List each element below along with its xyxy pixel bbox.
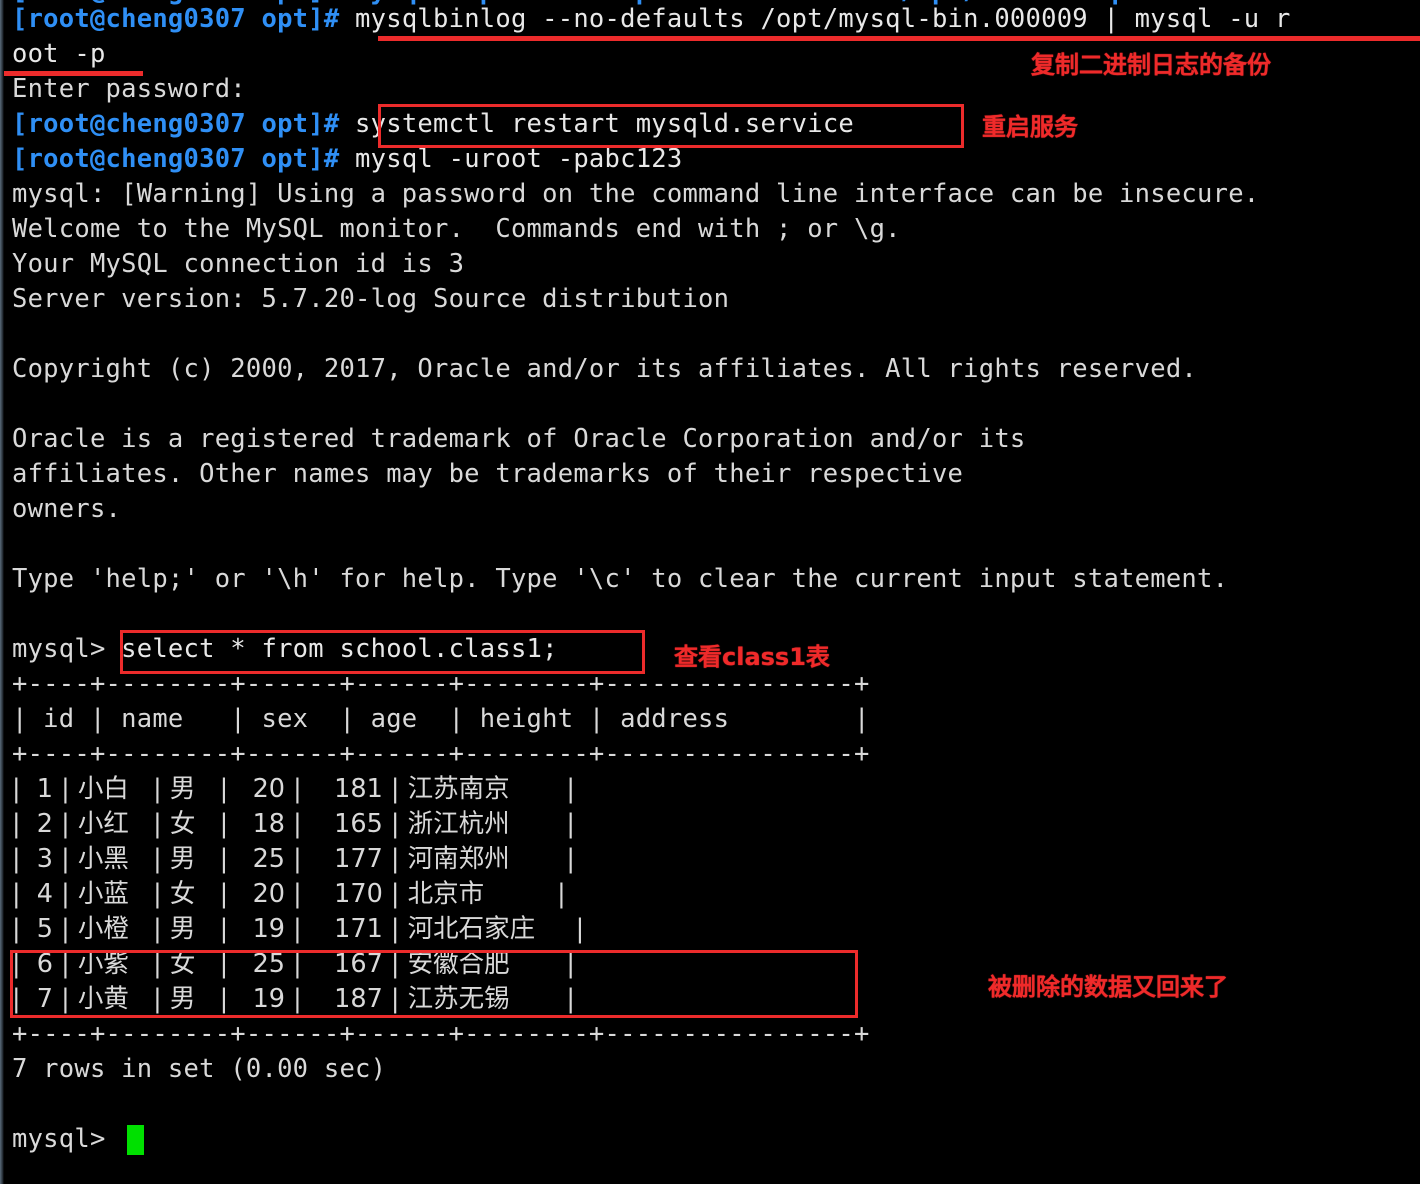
terminal-window: [root@cheng0307 opt]# mysqldump -uroot -…	[0, 0, 1420, 1184]
terminal-line-select-query: mysql> select * from school.class1;	[12, 632, 558, 667]
terminal-line-connection-id: Your MySQL connection id is 3	[12, 247, 464, 282]
command-mysqlbinlog: mysqlbinlog --no-defaults /opt/mysql-bin…	[339, 4, 1291, 34]
mysql-trademark-text-2: affiliates. Other names may be trademark…	[12, 459, 964, 489]
table-separator-header: +----+--------+------+------+--------+--…	[12, 737, 870, 772]
command-systemctl-restart: systemctl restart mysqld.service	[339, 109, 854, 139]
terminal-line-password-warning: mysql: [Warning] Using a password on the…	[12, 177, 1259, 212]
terminal-line-welcome: Welcome to the MySQL monitor. Commands e…	[12, 212, 901, 247]
terminal-line-trademark-3: owners.	[12, 492, 121, 527]
mysql-help-hint-text: Type 'help;' or '\h' for help. Type '\c'…	[12, 564, 1229, 594]
annotation-view-class1-table: 查看class1表	[674, 643, 830, 671]
command-wrap-text: oot -p	[12, 39, 106, 69]
terminal-line-mysqlbinlog: [root@cheng0307 opt]# mysqlbinlog --no-d…	[12, 2, 1291, 37]
table-row-text: | 5 | 小橙 | 男 | 19 | 171 | 河北石家庄 |	[12, 914, 585, 944]
terminal-line-wrap-oot-p: oot -p	[12, 37, 106, 72]
mysql-server-version-text: Server version: 5.7.20-log Source distri…	[12, 284, 730, 314]
shell-prompt: [root@cheng0307 opt]#	[12, 4, 340, 34]
table-row-text: | 7 | 小黄 | 男 | 19 | 187 | 江苏无锡 |	[12, 984, 575, 1014]
table-row-text: | 1 | 小白 | 男 | 20 | 181 | 江苏南京 |	[12, 774, 575, 804]
terminal-line-trademark-2: affiliates. Other names may be trademark…	[12, 457, 963, 492]
terminal-line-systemctl: [root@cheng0307 opt]# systemctl restart …	[12, 107, 854, 142]
table-row-text: | 3 | 小黑 | 男 | 25 | 177 | 河南郑州 |	[12, 844, 575, 874]
terminal-line-mysql-login: [root@cheng0307 opt]# mysql -uroot -pabc…	[12, 142, 682, 177]
table-row-text: | 2 | 小红 | 女 | 18 | 165 | 浙江杭州 |	[12, 809, 575, 839]
mysql-trademark-text-1: Oracle is a registered trademark of Orac…	[12, 424, 1026, 454]
table-row: | 2 | 小红 | 女 | 18 | 165 | 浙江杭州 |	[12, 807, 575, 842]
table-row-text: | 6 | 小紫 | 女 | 25 | 167 | 安徽合肥 |	[12, 949, 575, 979]
table-separator-text: +----+--------+------+------+--------+--…	[12, 1019, 870, 1049]
shell-prompt: [root@cheng0307 opt]#	[12, 109, 340, 139]
mysql-prompt: mysql>	[12, 634, 106, 664]
mysql-copyright-text: Copyright (c) 2000, 2017, Oracle and/or …	[12, 354, 1198, 384]
mysql-welcome-text: Welcome to the MySQL monitor. Commands e…	[12, 214, 901, 244]
terminal-line-copyright: Copyright (c) 2000, 2017, Oracle and/or …	[12, 352, 1197, 387]
table-row: | 7 | 小黄 | 男 | 19 | 187 | 江苏无锡 |	[12, 982, 575, 1017]
table-row: | 6 | 小紫 | 女 | 25 | 167 | 安徽合肥 |	[12, 947, 575, 982]
table-row: | 1 | 小白 | 男 | 20 | 181 | 江苏南京 |	[12, 772, 575, 807]
table-separator-top: +----+--------+------+------+--------+--…	[12, 667, 870, 702]
table-row: | 3 | 小黑 | 男 | 25 | 177 | 河南郑州 |	[12, 842, 575, 877]
terminal-screen[interactable]: [root@cheng0307 opt]# mysqldump -uroot -…	[0, 0, 1420, 1184]
terminal-line-server-version: Server version: 5.7.20-log Source distri…	[12, 282, 729, 317]
row-count-text: 7 rows in set (0.00 sec)	[12, 1054, 387, 1084]
table-separator-bottom: +----+--------+------+------+--------+--…	[12, 1017, 870, 1052]
annotation-deleted-data-restored: 被删除的数据又回来了	[988, 973, 1228, 1001]
table-row-text: | 4 | 小蓝 | 女 | 20 | 170 | 北京市 |	[12, 879, 566, 909]
terminal-cursor	[127, 1125, 144, 1155]
table-header-row: | id | name | sex | age | height | addre…	[12, 702, 870, 737]
mysql-warning-text: mysql: [Warning] Using a password on the…	[12, 179, 1260, 209]
terminal-line-enter-password: Enter password:	[12, 72, 246, 107]
table-row: | 5 | 小橙 | 男 | 19 | 171 | 河北石家庄 |	[12, 912, 584, 947]
table-separator-text: +----+--------+------+------+--------+--…	[12, 669, 870, 699]
enter-password-prompt: Enter password:	[12, 74, 246, 104]
mysql-trademark-text-3: owners.	[12, 494, 122, 524]
table-header-text: | id | name | sex | age | height | addre…	[12, 704, 870, 734]
row-count-line: 7 rows in set (0.00 sec)	[12, 1052, 386, 1087]
command-mysql-login: mysql -uroot -pabc123	[339, 144, 683, 174]
terminal-line-help-hint: Type 'help;' or '\h' for help. Type '\c'…	[12, 562, 1228, 597]
terminal-line-final-prompt: mysql>	[12, 1122, 106, 1157]
annotation-restart-service: 重启服务	[982, 113, 1078, 141]
command-select-query: select * from school.class1;	[105, 634, 558, 664]
mysql-connection-id-text: Your MySQL connection id is 3	[12, 249, 465, 279]
annotation-copy-binlog-backup: 复制二进制日志的备份	[1031, 51, 1271, 79]
mysql-prompt: mysql>	[12, 1124, 106, 1154]
shell-prompt: [root@cheng0307 opt]#	[12, 144, 340, 174]
terminal-line-trademark-1: Oracle is a registered trademark of Orac…	[12, 422, 1026, 457]
table-row: | 4 | 小蓝 | 女 | 20 | 170 | 北京市 |	[12, 877, 566, 912]
table-separator-text: +----+--------+------+------+--------+--…	[12, 739, 870, 769]
